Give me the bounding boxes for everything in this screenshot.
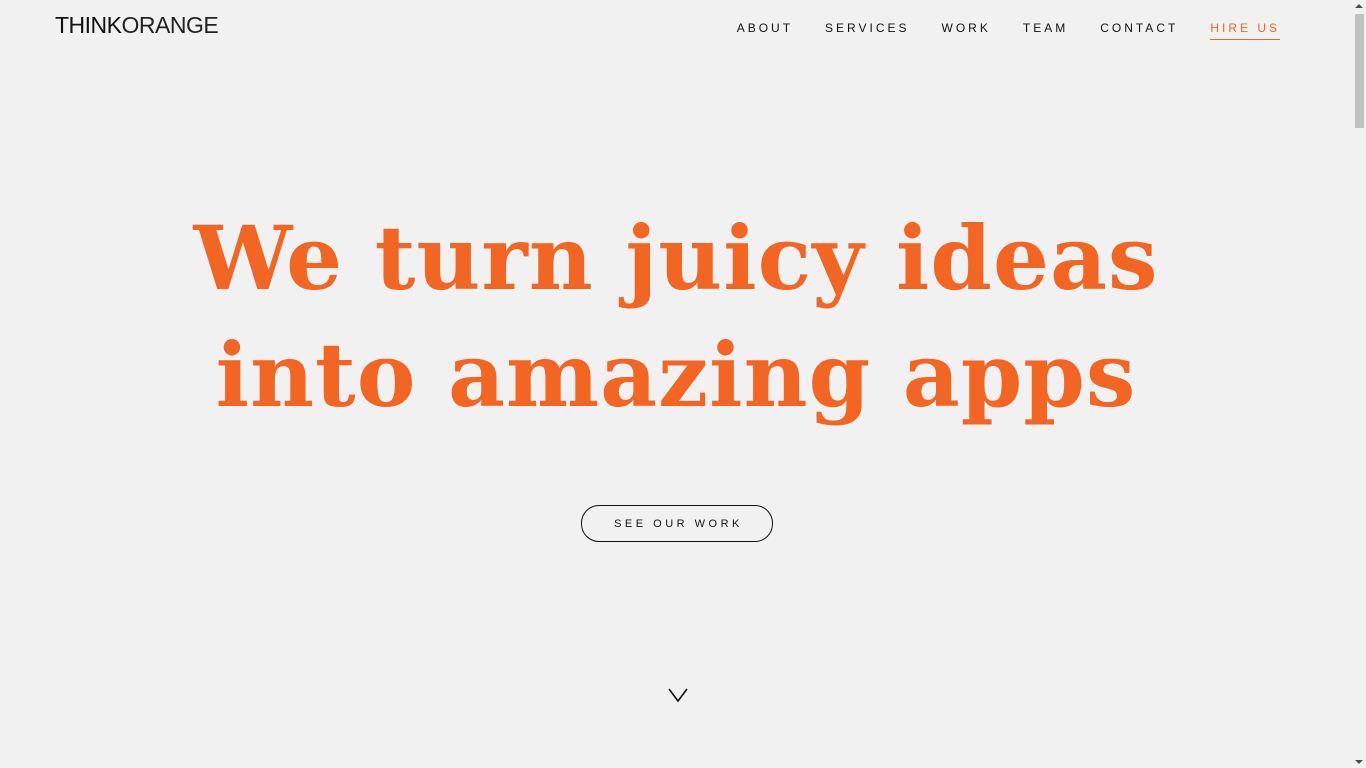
nav-services[interactable]: SERVICES	[825, 21, 909, 40]
scrollbar[interactable]	[1352, 0, 1366, 768]
page: THINKORANGE ABOUT SERVICES WORK TEAM CON…	[0, 0, 1366, 768]
nav-team[interactable]: TEAM	[1023, 21, 1068, 40]
main-nav: ABOUT SERVICES WORK TEAM CONTACT HIRE US	[705, 21, 1280, 40]
nav-hire-us[interactable]: HIRE US	[1210, 21, 1280, 40]
nav-about[interactable]: ABOUT	[737, 21, 793, 40]
chevron-down-icon[interactable]	[668, 686, 688, 704]
hero-line-2: into amazing apps	[215, 323, 1137, 427]
scroll-up-arrow-icon[interactable]	[1355, 4, 1363, 8]
nav-contact[interactable]: CONTACT	[1100, 21, 1178, 40]
see-our-work-button[interactable]: SEE OUR WORK	[581, 505, 773, 542]
hero-line-1: We turn juicy ideas	[193, 206, 1159, 310]
logo[interactable]: THINKORANGE	[55, 12, 219, 38]
hero-headline: We turn juicy ideas into amazing apps	[0, 200, 1352, 434]
scroll-down-arrow-icon[interactable]	[1355, 760, 1363, 764]
nav-work[interactable]: WORK	[942, 21, 991, 40]
logo-think: THINK	[55, 12, 122, 38]
logo-orange: ORANGE	[121, 12, 219, 38]
scrollbar-thumb[interactable]	[1355, 14, 1364, 128]
